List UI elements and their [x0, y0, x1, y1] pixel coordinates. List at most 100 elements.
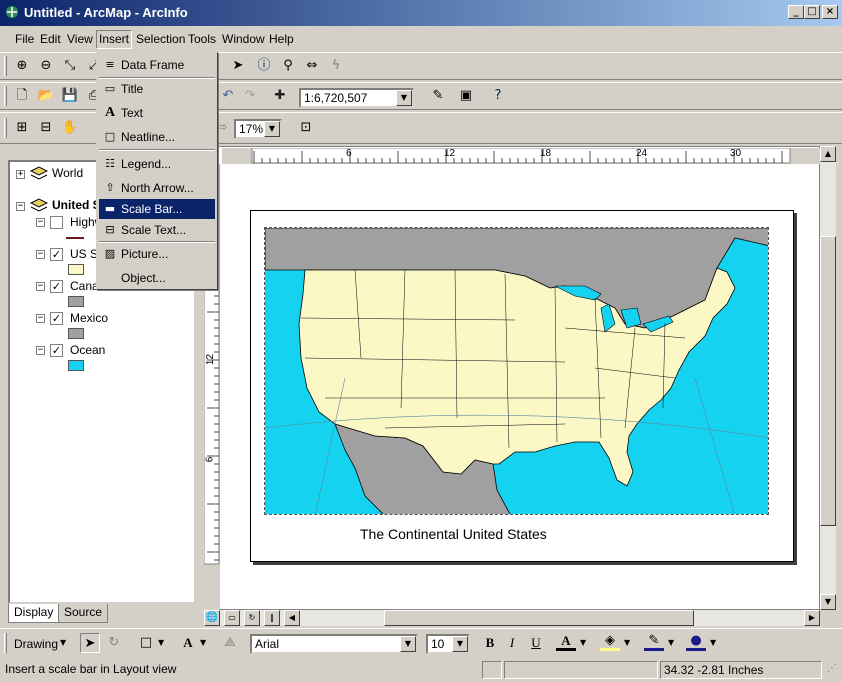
zoom-in-icon[interactable]: ⊕ — [12, 56, 32, 76]
hyperlink-icon[interactable]: ϟ — [326, 56, 346, 76]
size-grip-icon[interactable]: ⋰ — [824, 661, 840, 679]
menu-item-title[interactable]: ▭ Title — [99, 79, 215, 99]
us-states-symbol[interactable] — [68, 264, 84, 275]
new-document-icon[interactable]: 🗋 — [12, 86, 32, 106]
chevron-down-icon[interactable]: ▼ — [158, 638, 164, 647]
menu-item-data-frame[interactable]: ≡ Data Frame — [99, 55, 215, 75]
underline-button[interactable]: U — [526, 633, 546, 653]
zoom-percent-combo[interactable]: 17% ▼ — [234, 119, 282, 139]
rectangle-icon[interactable]: □ — [136, 633, 156, 653]
highway-line-symbol[interactable] — [66, 237, 84, 239]
font-size-combo[interactable]: 10 ▼ — [426, 634, 470, 654]
menu-insert[interactable]: Insert — [96, 30, 133, 49]
italic-button[interactable]: I — [502, 633, 522, 653]
toggle-draft-mode-icon[interactable]: ⊡ — [296, 118, 316, 138]
edit-vertices-icon[interactable]: ⟁ — [220, 633, 240, 653]
scroll-up-icon[interactable]: ▲ — [820, 146, 836, 162]
menu-item-north-arrow[interactable]: ⇧ North Arrow... — [99, 178, 215, 198]
zoom-out-icon[interactable]: ⊖ — [36, 56, 56, 76]
menu-selection[interactable]: Selection — [136, 32, 185, 46]
editor-toolbar-icon[interactable]: ✎ — [428, 86, 448, 106]
chevron-down-icon[interactable]: ▼ — [580, 638, 586, 647]
pan-icon[interactable]: ✋ — [60, 118, 80, 138]
vertical-scrollbar[interactable]: ▲ ▼ — [820, 146, 836, 610]
save-icon[interactable]: 💾 — [60, 86, 80, 106]
layer-mexico[interactable]: Mexico — [70, 311, 108, 325]
menu-item-scale-bar[interactable]: ▬ Scale Bar... — [99, 199, 215, 219]
menu-help[interactable]: Help — [269, 32, 294, 46]
menu-window[interactable]: Window — [222, 32, 265, 46]
layer-visibility-checkbox[interactable]: ✓ — [50, 248, 63, 261]
menu-item-picture[interactable]: ▨ Picture... — [99, 244, 215, 264]
find-icon[interactable]: ⚲ — [278, 56, 298, 76]
menu-item-legend[interactable]: ☷ Legend... — [99, 154, 215, 174]
mexico-symbol[interactable] — [68, 328, 84, 339]
chevron-down-icon[interactable]: ▼ — [452, 636, 468, 652]
select-elements-icon[interactable]: ➤ — [228, 56, 248, 76]
layout-zoom-in-icon[interactable]: ⊞ — [12, 118, 32, 138]
collapse-icon[interactable]: − — [16, 202, 25, 211]
collapse-icon[interactable]: − — [36, 218, 45, 227]
chevron-down-icon[interactable]: ▼ — [710, 638, 716, 647]
select-elements-icon[interactable]: ➤ — [80, 633, 100, 653]
rotate-icon[interactable]: ↻ — [104, 633, 124, 653]
data-view-icon[interactable]: 🌐 — [204, 610, 220, 626]
measure-icon[interactable]: ⇔ — [302, 56, 322, 76]
drawing-menu-button[interactable]: Drawing — [14, 635, 58, 655]
scroll-right-icon[interactable]: ▶ — [804, 610, 820, 626]
chevron-down-icon[interactable]: ▼ — [200, 638, 206, 647]
fixed-zoom-in-icon[interactable]: ⤡ — [60, 56, 80, 76]
marker-color-icon[interactable]: ● — [686, 631, 706, 651]
menu-edit[interactable]: Edit — [40, 32, 61, 46]
line-color-icon[interactable]: ✎ — [644, 631, 664, 651]
menu-file[interactable]: File — [15, 32, 34, 46]
collapse-icon[interactable]: − — [36, 250, 45, 259]
chevron-down-icon[interactable]: ▼ — [60, 638, 66, 647]
toolbar-grip[interactable] — [4, 633, 7, 653]
close-button[interactable]: × — [822, 5, 838, 19]
maximize-button[interactable]: □ — [804, 5, 820, 19]
scroll-down-icon[interactable]: ▼ — [820, 594, 836, 610]
scroll-left-icon[interactable]: ◀ — [284, 610, 300, 626]
expand-icon[interactable]: + — [16, 170, 25, 179]
chevron-down-icon[interactable]: ▼ — [624, 638, 630, 647]
chevron-down-icon[interactable]: ▼ — [668, 638, 674, 647]
tab-source[interactable]: Source — [58, 604, 109, 623]
menu-item-neatline[interactable]: □ Neatline... — [99, 127, 215, 147]
redo-icon[interactable]: ↷ — [240, 86, 260, 106]
canada-symbol[interactable] — [68, 296, 84, 307]
data-frame-world[interactable]: World — [52, 166, 83, 180]
collapse-icon[interactable]: − — [36, 314, 45, 323]
menu-tools[interactable]: Tools — [188, 32, 216, 46]
pause-drawing-icon[interactable]: ‖ — [264, 610, 280, 626]
collapse-icon[interactable]: − — [36, 282, 45, 291]
toolbar-grip[interactable] — [4, 118, 7, 138]
minimize-button[interactable]: _ — [788, 5, 804, 19]
toolbar-grip[interactable] — [4, 86, 7, 106]
chevron-down-icon[interactable]: ▼ — [264, 121, 280, 137]
toolbar-grip[interactable] — [4, 56, 7, 76]
undo-icon[interactable]: ↶ — [218, 86, 238, 106]
arctoolbox-icon[interactable]: ▣ — [456, 86, 476, 106]
whats-this-icon[interactable]: ? — [488, 86, 508, 106]
ocean-symbol[interactable] — [68, 360, 84, 371]
map-data-frame[interactable] — [264, 227, 769, 515]
font-family-combo[interactable]: Arial ▼ — [250, 634, 418, 654]
horizontal-scrollbar[interactable]: 🌐 ▭ ↻ ‖ ◀ ▶ — [204, 610, 820, 626]
fill-color-icon[interactable]: ◈ — [600, 631, 620, 651]
menu-item-text[interactable]: A Text — [99, 103, 215, 123]
layout-view-icon[interactable]: ▭ — [224, 610, 240, 626]
layer-canada[interactable]: Cana — [70, 279, 99, 293]
bold-button[interactable]: B — [480, 633, 500, 653]
open-icon[interactable]: 📂 — [36, 86, 56, 106]
scroll-thumb[interactable] — [384, 610, 694, 626]
layer-visibility-checkbox[interactable] — [50, 216, 63, 229]
tab-display[interactable]: Display — [8, 604, 60, 623]
menu-view[interactable]: View — [67, 32, 93, 46]
menu-item-object[interactable]: Object... — [99, 268, 215, 288]
map-title-text[interactable]: The Continental United States — [360, 526, 547, 542]
chevron-down-icon[interactable]: ▼ — [400, 636, 416, 652]
layer-visibility-checkbox[interactable]: ✓ — [50, 312, 63, 325]
layout-zoom-out-icon[interactable]: ⊟ — [36, 118, 56, 138]
layer-ocean[interactable]: Ocean — [70, 343, 105, 357]
